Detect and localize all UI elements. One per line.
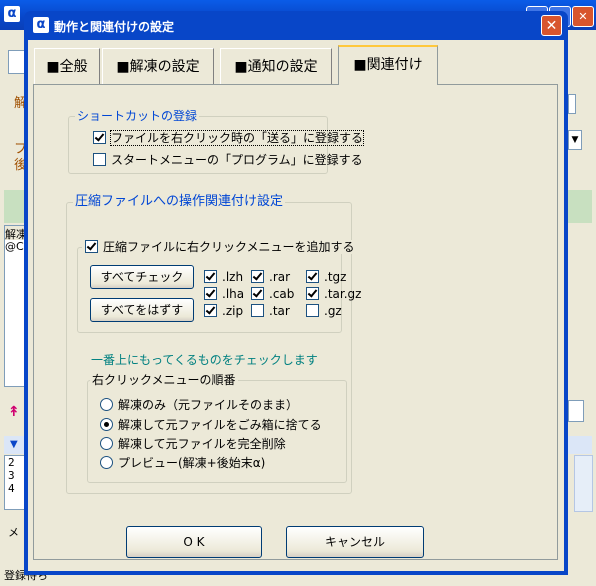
tab-associations[interactable]: ■関連付け xyxy=(338,45,438,85)
radio-label: プレビュー(解凍+後始末α) xyxy=(118,456,266,470)
ext-cab-checkbox[interactable]: .cab xyxy=(251,287,294,301)
close-icon[interactable]: ✕ xyxy=(572,6,594,27)
extension-label: .lzh xyxy=(222,270,244,284)
extension-label: .tar.gz xyxy=(324,287,362,301)
add-context-menu-checkbox[interactable]: 圧縮ファイルに右クリックメニューを追加する xyxy=(82,240,358,254)
checkbox-checked-icon xyxy=(204,270,217,283)
associations-panel: ショートカットの登録 ファイルを右クリック時の「送る」に登録する スタートメニュ… xyxy=(33,84,558,560)
ext-targz-checkbox[interactable]: .tar.gz xyxy=(306,287,361,301)
checkbox-unchecked-icon xyxy=(93,153,106,166)
ext-gz-checkbox[interactable]: .gz xyxy=(306,304,342,318)
dialog-body: ■全般 ■解凍の設定 ■通知の設定 ■関連付け ショートカットの登録 ファイルを… xyxy=(28,40,564,571)
ext-zip-checkbox[interactable]: .zip xyxy=(204,304,243,318)
ext-tar-checkbox[interactable]: .tar xyxy=(251,304,290,318)
tab-notification-settings[interactable]: ■通知の設定 xyxy=(220,48,332,84)
ext-lzh-checkbox[interactable]: .lzh xyxy=(204,270,243,284)
ext-rar-checkbox[interactable]: .rar xyxy=(251,270,290,284)
order-extract-only-radio[interactable]: 解凍のみ（元ファイルそのまま） xyxy=(100,398,298,412)
dialog-titlebar[interactable]: α 動作と関連付けの設定 ✕ xyxy=(28,11,564,40)
ext-lha-checkbox[interactable]: .lha xyxy=(204,287,244,301)
group-title: ショートカットの登録 xyxy=(75,108,200,124)
order-preview-radio[interactable]: プレビュー(解凍+後始末α) xyxy=(100,456,265,470)
group-title: 右クリックメニューの順番 xyxy=(90,372,238,388)
checkbox-checked-icon xyxy=(204,287,217,300)
background-panel-header xyxy=(566,190,592,223)
close-button[interactable]: ✕ xyxy=(541,15,562,36)
checkbox-checked-icon xyxy=(204,304,217,317)
dialog-title: 動作と関連付けの設定 xyxy=(54,20,175,34)
order-hint-text: 一番上にもってくるものをチェックします xyxy=(91,353,318,367)
vertical-scrollbar[interactable] xyxy=(574,455,593,512)
tab-extract-settings[interactable]: ■解凍の設定 xyxy=(102,48,214,84)
context-menu-subgroup: 圧縮ファイルに右クリックメニューを追加する すべてチェック すべてをはずす .l… xyxy=(77,240,361,333)
radio-label: 解凍して元ファイルをごみ箱に捨てる xyxy=(118,418,322,432)
radio-selected-icon xyxy=(100,418,113,431)
extension-label: .gz xyxy=(324,304,342,318)
menu-order-group: 右クリックメニューの順番 解凍のみ（元ファイルそのまま） 解凍して元ファイルをご… xyxy=(87,372,347,483)
start-menu-checkbox[interactable]: スタートメニューの「プログラム」に登録する xyxy=(93,153,363,167)
checkbox-checked-icon xyxy=(251,270,264,283)
extension-label: .zip xyxy=(222,304,244,318)
shortcut-registration-group: ショートカットの登録 ファイルを右クリック時の「送る」に登録する スタートメニュ… xyxy=(68,108,365,174)
background-button[interactable] xyxy=(568,400,584,422)
checkbox-checked-icon xyxy=(251,287,264,300)
extension-label: .tgz xyxy=(324,270,347,284)
dropdown-arrow-icon[interactable]: ▼ xyxy=(568,130,582,150)
checkbox-label: 圧縮ファイルに右クリックメニューを追加する xyxy=(103,240,355,254)
checkbox-unchecked-icon xyxy=(306,304,319,317)
order-extract-delete-radio[interactable]: 解凍して元ファイルを完全削除 xyxy=(100,437,286,451)
tab-general[interactable]: ■全般 xyxy=(34,48,100,84)
ok-button[interactable]: O K xyxy=(126,526,262,558)
ext-tgz-checkbox[interactable]: .tgz xyxy=(306,270,346,284)
app-logo-icon: α xyxy=(4,6,20,22)
order-extract-trash-radio[interactable]: 解凍して元ファイルをごみ箱に捨てる xyxy=(100,418,322,432)
radio-unselected-icon xyxy=(100,456,113,469)
send-to-checkbox[interactable]: ファイルを右クリック時の「送る」に登録する xyxy=(93,130,365,146)
radio-label: 解凍して元ファイルを完全削除 xyxy=(118,437,286,451)
extension-label: .cab xyxy=(269,287,295,301)
radio-label: 解凍のみ（元ファイルそのまま） xyxy=(118,398,299,412)
radio-unselected-icon xyxy=(100,398,113,411)
checkbox-checked-icon xyxy=(306,287,319,300)
background-input-right[interactable] xyxy=(568,94,576,114)
cancel-button[interactable]: キャンセル xyxy=(286,526,424,558)
checkbox-checked-icon xyxy=(93,131,106,144)
check-all-button[interactable]: すべてチェック xyxy=(90,265,194,289)
checkbox-unchecked-icon xyxy=(251,304,264,317)
background-label: メ xyxy=(8,526,19,539)
radio-unselected-icon xyxy=(100,437,113,450)
extension-label: .rar xyxy=(269,270,291,284)
group-title: 圧縮ファイルへの操作関連付け設定 xyxy=(73,194,286,210)
extension-label: .lha xyxy=(222,287,245,301)
checkbox-checked-icon xyxy=(306,270,319,283)
checkbox-label: ファイルを右クリック時の「送る」に登録する xyxy=(109,130,365,146)
upload-icon[interactable]: ↟ xyxy=(8,404,20,420)
checkbox-label: スタートメニューの「プログラム」に登録する xyxy=(111,153,363,167)
expand-triangle-icon[interactable]: ▼ xyxy=(10,439,18,450)
app-logo-icon: α xyxy=(33,17,49,33)
settings-dialog: α 動作と関連付けの設定 ✕ ■全般 ■解凍の設定 ■通知の設定 ■関連付け シ… xyxy=(24,11,568,575)
extension-label: .tar xyxy=(269,304,290,318)
checkbox-checked-icon xyxy=(85,240,98,253)
archive-association-group: 圧縮ファイルへの操作関連付け設定 圧縮ファイルに右クリックメニューを追加する す… xyxy=(66,194,361,494)
uncheck-all-button[interactable]: すべてをはずす xyxy=(90,298,194,322)
